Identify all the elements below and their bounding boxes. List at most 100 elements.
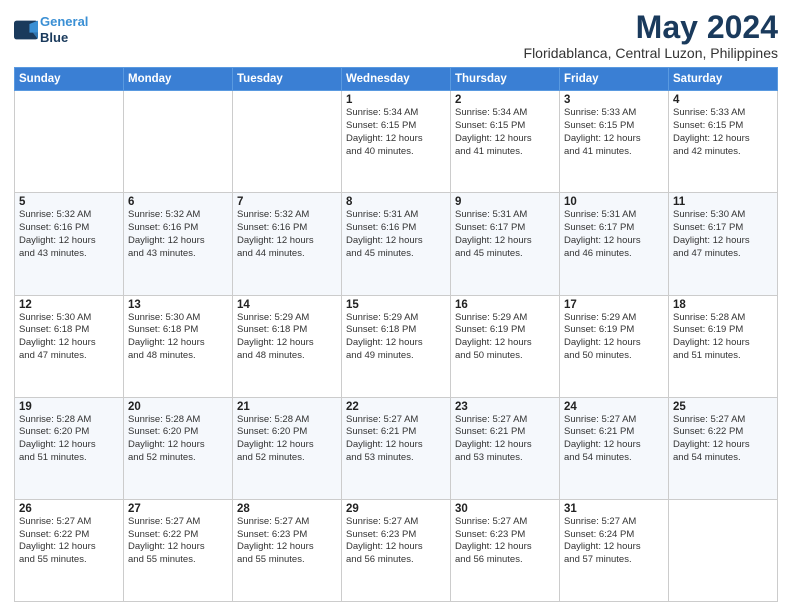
calendar-day-15: 15Sunrise: 5:29 AM Sunset: 6:18 PM Dayli…	[342, 295, 451, 397]
calendar-day-26: 26Sunrise: 5:27 AM Sunset: 6:22 PM Dayli…	[15, 499, 124, 601]
day-info: Sunrise: 5:30 AM Sunset: 6:17 PM Dayligh…	[673, 209, 773, 260]
day-number: 8	[346, 196, 446, 208]
day-number: 12	[19, 299, 119, 311]
calendar-day-6: 6Sunrise: 5:32 AM Sunset: 6:16 PM Daylig…	[124, 193, 233, 295]
day-info: Sunrise: 5:27 AM Sunset: 6:21 PM Dayligh…	[564, 414, 664, 465]
weekday-header-monday: Monday	[124, 68, 233, 91]
day-number: 21	[237, 401, 337, 413]
day-info: Sunrise: 5:28 AM Sunset: 6:20 PM Dayligh…	[237, 414, 337, 465]
day-number: 11	[673, 196, 773, 208]
day-info: Sunrise: 5:30 AM Sunset: 6:18 PM Dayligh…	[19, 312, 119, 363]
day-number: 27	[128, 503, 228, 515]
calendar-day-22: 22Sunrise: 5:27 AM Sunset: 6:21 PM Dayli…	[342, 397, 451, 499]
weekday-header-sunday: Sunday	[15, 68, 124, 91]
calendar-day-24: 24Sunrise: 5:27 AM Sunset: 6:21 PM Dayli…	[560, 397, 669, 499]
calendar-day-28: 28Sunrise: 5:27 AM Sunset: 6:23 PM Dayli…	[233, 499, 342, 601]
day-info: Sunrise: 5:33 AM Sunset: 6:15 PM Dayligh…	[673, 107, 773, 158]
day-number: 30	[455, 503, 555, 515]
calendar-week-row: 1Sunrise: 5:34 AM Sunset: 6:15 PM Daylig…	[15, 91, 778, 193]
calendar-day-17: 17Sunrise: 5:29 AM Sunset: 6:19 PM Dayli…	[560, 295, 669, 397]
day-number: 22	[346, 401, 446, 413]
calendar-week-row: 26Sunrise: 5:27 AM Sunset: 6:22 PM Dayli…	[15, 499, 778, 601]
day-number: 4	[673, 94, 773, 106]
day-info: Sunrise: 5:27 AM Sunset: 6:23 PM Dayligh…	[237, 516, 337, 567]
day-info: Sunrise: 5:34 AM Sunset: 6:15 PM Dayligh…	[346, 107, 446, 158]
day-info: Sunrise: 5:27 AM Sunset: 6:23 PM Dayligh…	[346, 516, 446, 567]
day-number: 16	[455, 299, 555, 311]
day-info: Sunrise: 5:27 AM Sunset: 6:24 PM Dayligh…	[564, 516, 664, 567]
calendar-day-5: 5Sunrise: 5:32 AM Sunset: 6:16 PM Daylig…	[15, 193, 124, 295]
calendar-empty-cell	[669, 499, 778, 601]
calendar-day-21: 21Sunrise: 5:28 AM Sunset: 6:20 PM Dayli…	[233, 397, 342, 499]
weekday-header-thursday: Thursday	[451, 68, 560, 91]
day-number: 13	[128, 299, 228, 311]
calendar-body: 1Sunrise: 5:34 AM Sunset: 6:15 PM Daylig…	[15, 91, 778, 602]
day-info: Sunrise: 5:28 AM Sunset: 6:20 PM Dayligh…	[19, 414, 119, 465]
calendar-day-16: 16Sunrise: 5:29 AM Sunset: 6:19 PM Dayli…	[451, 295, 560, 397]
calendar-day-13: 13Sunrise: 5:30 AM Sunset: 6:18 PM Dayli…	[124, 295, 233, 397]
logo: General Blue	[14, 14, 88, 45]
day-number: 23	[455, 401, 555, 413]
calendar-empty-cell	[15, 91, 124, 193]
header: General Blue May 2024 Floridablanca, Cen…	[14, 10, 778, 61]
day-info: Sunrise: 5:30 AM Sunset: 6:18 PM Dayligh…	[128, 312, 228, 363]
day-number: 1	[346, 94, 446, 106]
calendar-day-19: 19Sunrise: 5:28 AM Sunset: 6:20 PM Dayli…	[15, 397, 124, 499]
calendar-day-10: 10Sunrise: 5:31 AM Sunset: 6:17 PM Dayli…	[560, 193, 669, 295]
logo-icon	[14, 20, 38, 40]
weekday-header-friday: Friday	[560, 68, 669, 91]
day-info: Sunrise: 5:31 AM Sunset: 6:17 PM Dayligh…	[455, 209, 555, 260]
day-info: Sunrise: 5:31 AM Sunset: 6:17 PM Dayligh…	[564, 209, 664, 260]
day-info: Sunrise: 5:32 AM Sunset: 6:16 PM Dayligh…	[19, 209, 119, 260]
day-info: Sunrise: 5:27 AM Sunset: 6:22 PM Dayligh…	[19, 516, 119, 567]
calendar-day-30: 30Sunrise: 5:27 AM Sunset: 6:23 PM Dayli…	[451, 499, 560, 601]
day-number: 10	[564, 196, 664, 208]
day-info: Sunrise: 5:29 AM Sunset: 6:18 PM Dayligh…	[237, 312, 337, 363]
day-info: Sunrise: 5:33 AM Sunset: 6:15 PM Dayligh…	[564, 107, 664, 158]
day-number: 19	[19, 401, 119, 413]
day-info: Sunrise: 5:29 AM Sunset: 6:19 PM Dayligh…	[564, 312, 664, 363]
day-number: 7	[237, 196, 337, 208]
calendar-day-1: 1Sunrise: 5:34 AM Sunset: 6:15 PM Daylig…	[342, 91, 451, 193]
main-title: May 2024	[524, 10, 778, 45]
calendar-day-27: 27Sunrise: 5:27 AM Sunset: 6:22 PM Dayli…	[124, 499, 233, 601]
day-number: 6	[128, 196, 228, 208]
page: General Blue May 2024 Floridablanca, Cen…	[0, 0, 792, 612]
weekday-header-saturday: Saturday	[669, 68, 778, 91]
day-number: 17	[564, 299, 664, 311]
day-number: 28	[237, 503, 337, 515]
weekday-header-tuesday: Tuesday	[233, 68, 342, 91]
day-number: 3	[564, 94, 664, 106]
calendar-week-row: 12Sunrise: 5:30 AM Sunset: 6:18 PM Dayli…	[15, 295, 778, 397]
day-info: Sunrise: 5:29 AM Sunset: 6:18 PM Dayligh…	[346, 312, 446, 363]
calendar-day-9: 9Sunrise: 5:31 AM Sunset: 6:17 PM Daylig…	[451, 193, 560, 295]
calendar-day-29: 29Sunrise: 5:27 AM Sunset: 6:23 PM Dayli…	[342, 499, 451, 601]
calendar-day-31: 31Sunrise: 5:27 AM Sunset: 6:24 PM Dayli…	[560, 499, 669, 601]
calendar-week-row: 19Sunrise: 5:28 AM Sunset: 6:20 PM Dayli…	[15, 397, 778, 499]
day-number: 5	[19, 196, 119, 208]
day-number: 31	[564, 503, 664, 515]
calendar-week-row: 5Sunrise: 5:32 AM Sunset: 6:16 PM Daylig…	[15, 193, 778, 295]
day-info: Sunrise: 5:27 AM Sunset: 6:23 PM Dayligh…	[455, 516, 555, 567]
calendar-header-row: SundayMondayTuesdayWednesdayThursdayFrid…	[15, 68, 778, 91]
day-info: Sunrise: 5:27 AM Sunset: 6:21 PM Dayligh…	[455, 414, 555, 465]
day-info: Sunrise: 5:34 AM Sunset: 6:15 PM Dayligh…	[455, 107, 555, 158]
day-info: Sunrise: 5:27 AM Sunset: 6:22 PM Dayligh…	[128, 516, 228, 567]
day-info: Sunrise: 5:27 AM Sunset: 6:21 PM Dayligh…	[346, 414, 446, 465]
day-info: Sunrise: 5:27 AM Sunset: 6:22 PM Dayligh…	[673, 414, 773, 465]
subtitle: Floridablanca, Central Luzon, Philippine…	[524, 45, 778, 61]
calendar-day-20: 20Sunrise: 5:28 AM Sunset: 6:20 PM Dayli…	[124, 397, 233, 499]
day-info: Sunrise: 5:28 AM Sunset: 6:19 PM Dayligh…	[673, 312, 773, 363]
calendar-day-8: 8Sunrise: 5:31 AM Sunset: 6:16 PM Daylig…	[342, 193, 451, 295]
day-number: 15	[346, 299, 446, 311]
day-number: 2	[455, 94, 555, 106]
calendar-day-12: 12Sunrise: 5:30 AM Sunset: 6:18 PM Dayli…	[15, 295, 124, 397]
calendar-day-2: 2Sunrise: 5:34 AM Sunset: 6:15 PM Daylig…	[451, 91, 560, 193]
calendar-day-25: 25Sunrise: 5:27 AM Sunset: 6:22 PM Dayli…	[669, 397, 778, 499]
calendar-day-4: 4Sunrise: 5:33 AM Sunset: 6:15 PM Daylig…	[669, 91, 778, 193]
day-info: Sunrise: 5:28 AM Sunset: 6:20 PM Dayligh…	[128, 414, 228, 465]
day-number: 24	[564, 401, 664, 413]
title-block: May 2024 Floridablanca, Central Luzon, P…	[524, 10, 778, 61]
day-info: Sunrise: 5:31 AM Sunset: 6:16 PM Dayligh…	[346, 209, 446, 260]
day-info: Sunrise: 5:32 AM Sunset: 6:16 PM Dayligh…	[128, 209, 228, 260]
